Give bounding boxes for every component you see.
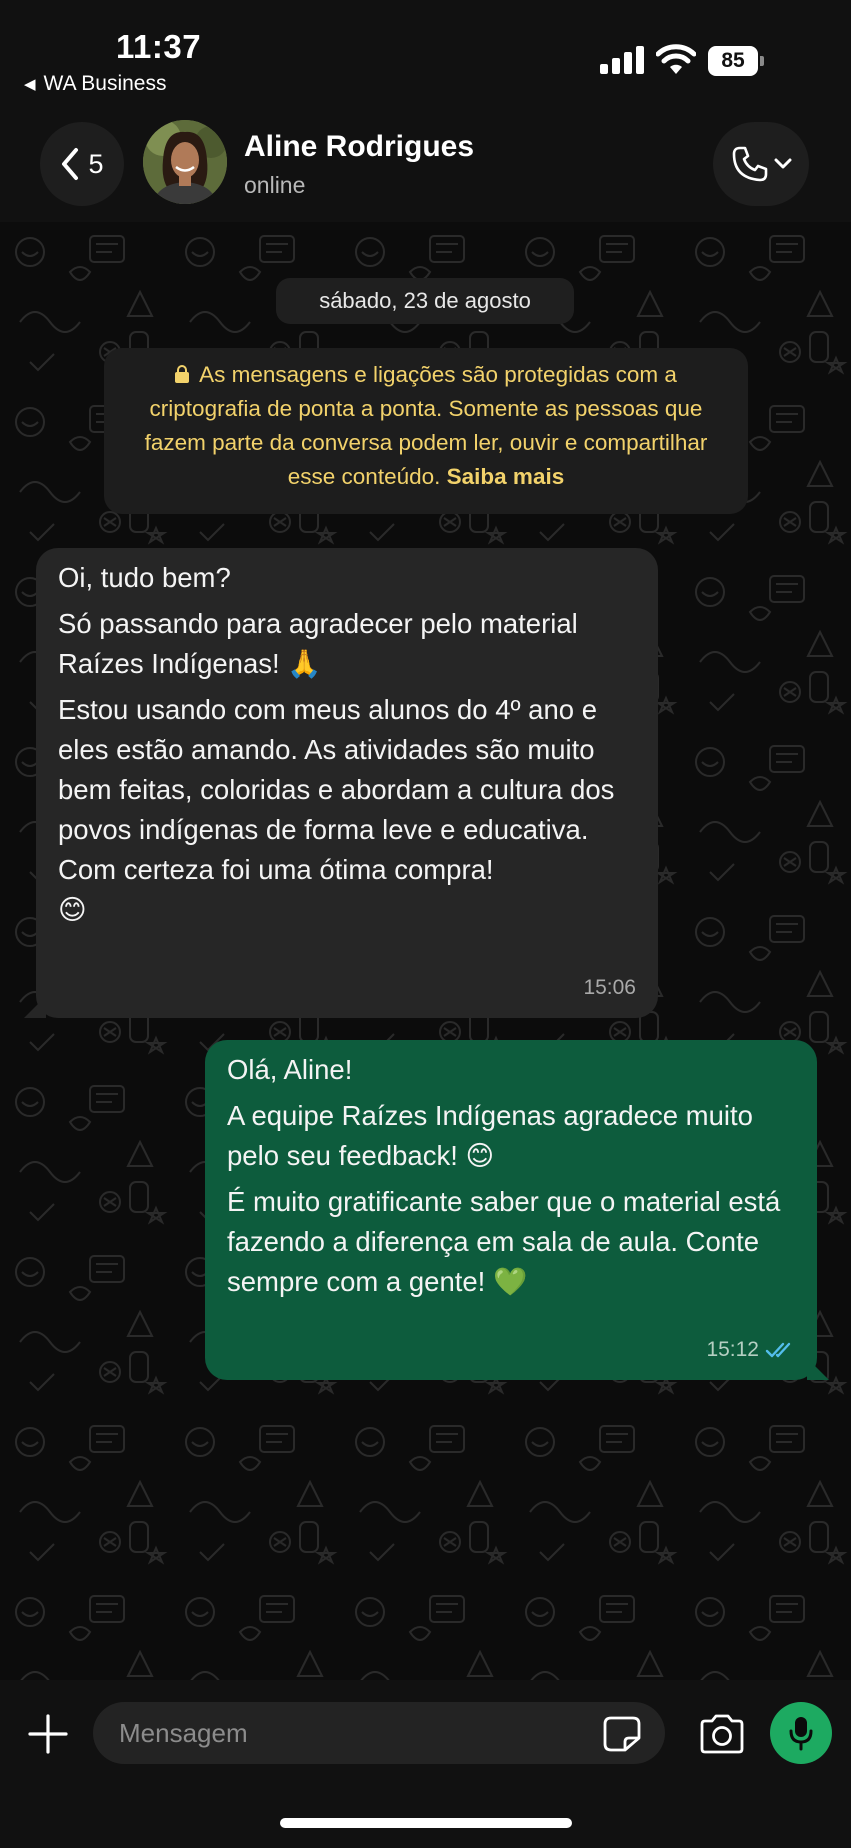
bubble-tail [24, 996, 46, 1018]
message-paragraph: A equipe Raízes Indígenas agradece muito… [227, 1100, 753, 1171]
camera-icon[interactable] [698, 1714, 746, 1754]
encryption-text: As mensagens e ligações são protegidas c… [144, 362, 708, 489]
battery-level: 85 [708, 46, 758, 76]
unread-count: 5 [88, 148, 104, 179]
sticker-icon[interactable] [603, 1716, 641, 1752]
chat-area[interactable]: sábado, 23 de agosto As mensagens e liga… [0, 222, 851, 1680]
double-check-icon [765, 1342, 791, 1358]
battery-icon: 85 [708, 46, 764, 76]
avatar[interactable] [143, 120, 227, 204]
avatar-image [143, 120, 227, 204]
message-paragraph: Só passando para agradecer pelo material… [58, 608, 578, 679]
bubble-tail [807, 1358, 829, 1380]
outgoing-message-bubble[interactable]: Olá, Aline! A equipe Raízes Indígenas ag… [205, 1040, 829, 1380]
status-bar: 11:37 ◀ WA Business 85 [0, 0, 851, 110]
status-time: 11:37 [116, 28, 202, 65]
incoming-message-bubble[interactable]: Oi, tudo bem? Só passando para agradecer… [24, 548, 658, 1018]
message-paragraph: 😊 [58, 894, 87, 926]
message-time: 15:12 [706, 1338, 759, 1361]
microphone-icon [789, 1717, 813, 1751]
microphone-button[interactable] [770, 1702, 832, 1764]
message-timestamp: 15:12 [706, 1330, 795, 1370]
date-chip: sábado, 23 de agosto [276, 278, 574, 324]
wifi-icon [656, 44, 696, 74]
chevron-left-icon [62, 148, 79, 180]
contact-status: online [244, 172, 306, 198]
message-paragraph: Estou usando com meus alunos do 4º ano e… [58, 694, 615, 845]
chevron-down-icon [774, 158, 792, 169]
message-paragraph: É muito gratificante saber que o materia… [227, 1186, 781, 1297]
contact-name[interactable]: Aline Rodrigues [244, 130, 474, 164]
call-button[interactable] [713, 122, 809, 206]
message-composer [0, 1680, 851, 1848]
message-timestamp: 15:06 [583, 968, 636, 1008]
message-paragraph: Oi, tudo bem? [58, 562, 231, 593]
encryption-notice[interactable]: As mensagens e ligações são protegidas c… [104, 348, 748, 514]
back-triangle-icon: ◀ [24, 76, 36, 93]
lock-icon [175, 365, 190, 383]
message-input[interactable] [93, 1702, 665, 1764]
message-time: 15:06 [583, 976, 636, 999]
message-paragraph: Com certeza foi uma ótima compra! [58, 854, 494, 885]
back-app-label: WA Business [43, 72, 167, 95]
learn-more-link[interactable]: Saiba mais [447, 464, 565, 489]
back-button[interactable]: 5 [40, 122, 124, 206]
cellular-signal-icon [600, 46, 644, 74]
home-indicator[interactable] [280, 1818, 572, 1828]
message-paragraph: Olá, Aline! [227, 1054, 353, 1085]
plus-icon[interactable] [26, 1712, 70, 1756]
chat-header: 5 Aline Rodrigues online [0, 110, 851, 222]
back-to-app-link[interactable]: ◀ WA Business [24, 72, 166, 96]
phone-icon [732, 146, 768, 182]
